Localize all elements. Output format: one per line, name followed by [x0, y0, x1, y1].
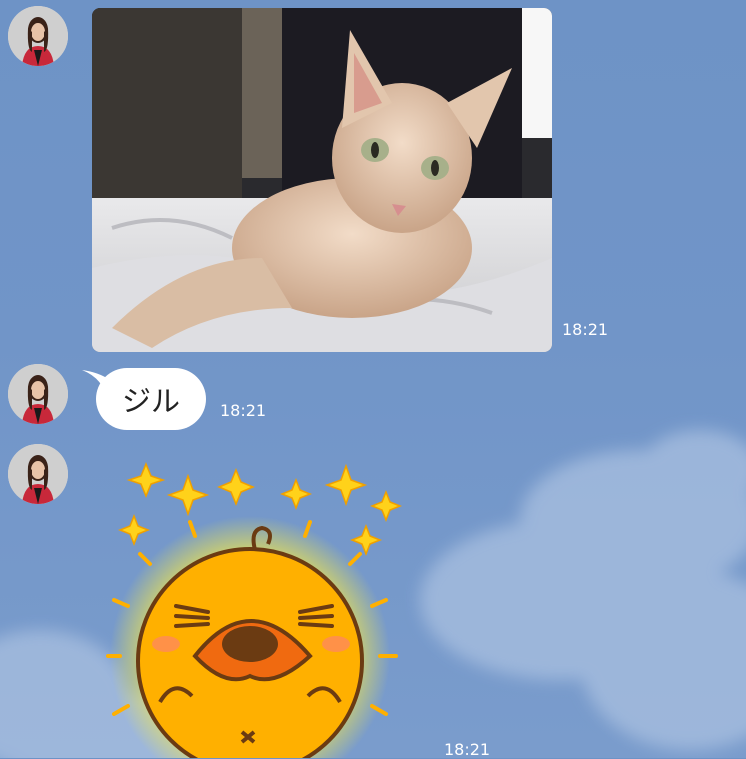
- avatar-image: [8, 6, 68, 66]
- message-bubble[interactable]: ジル: [96, 368, 207, 430]
- sender-avatar[interactable]: [8, 364, 68, 424]
- duck-sticker[interactable]: [100, 456, 420, 758]
- cat-photo[interactable]: [92, 8, 552, 352]
- sender-avatar[interactable]: [8, 6, 68, 66]
- message-time: 18:21: [220, 401, 267, 420]
- avatar-image: [8, 444, 68, 504]
- message-text: ジル: [122, 384, 181, 418]
- duck-sticker-image: [106, 462, 403, 758]
- message-time: 18:21: [562, 320, 609, 339]
- cat-photo-image: [92, 8, 552, 352]
- sender-avatar[interactable]: [8, 444, 68, 504]
- message-time: 18:21: [444, 740, 491, 759]
- avatar-image: [8, 364, 68, 424]
